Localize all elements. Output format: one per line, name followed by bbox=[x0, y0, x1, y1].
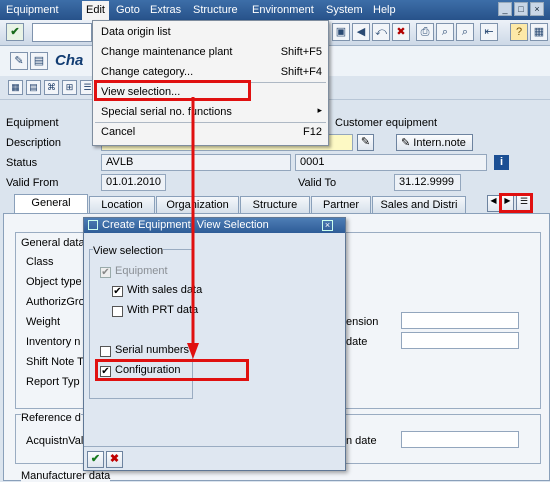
class-label: Class bbox=[26, 256, 54, 268]
menu-shortcut-shift-f4: Shift+F4 bbox=[280, 66, 322, 78]
cancel-x-icon[interactable]: ✖ bbox=[106, 451, 123, 468]
tab-partner[interactable]: Partner bbox=[311, 196, 371, 214]
maximize-icon[interactable]: □ bbox=[514, 2, 528, 16]
valid-from-field[interactable]: 01.01.2010 bbox=[101, 174, 166, 191]
status-info-icon[interactable]: i bbox=[494, 155, 509, 170]
valid-to-field[interactable]: 31.12.9999 bbox=[394, 174, 461, 191]
prt-data-checkbox[interactable] bbox=[112, 306, 123, 317]
dimension-label: ension bbox=[346, 316, 379, 328]
confirm-check-icon[interactable]: ✔ bbox=[87, 451, 104, 468]
display-change-icon[interactable]: ✎ bbox=[10, 52, 28, 70]
long-text-icon[interactable]: ✎ bbox=[357, 134, 374, 151]
menu-help[interactable]: Help bbox=[373, 4, 396, 16]
note-icon: ✎ bbox=[401, 137, 411, 149]
menu-edit[interactable]: Edit bbox=[82, 1, 109, 20]
status-number-field: 0001 bbox=[295, 154, 487, 171]
startup-date-label: date bbox=[346, 336, 368, 348]
find-next-icon[interactable]: ⌕ bbox=[456, 23, 474, 41]
hierarchy-icon[interactable]: ⊞ bbox=[62, 80, 77, 95]
object-type-label: Object type bbox=[26, 276, 82, 288]
serial-numbers-option-label: Serial numbers bbox=[115, 344, 189, 356]
intern-note-button[interactable]: ✎ Intern.note bbox=[396, 134, 473, 151]
serial-numbers-checkbox[interactable] bbox=[100, 346, 111, 357]
customer-equipment-label: Customer equipment bbox=[335, 117, 438, 129]
layout-icon[interactable]: ▦ bbox=[530, 23, 548, 41]
view-selection-dialog: Create Equipment: View Selection × View … bbox=[83, 217, 346, 471]
menu-extras[interactable]: Extras bbox=[150, 4, 181, 16]
menu-goto[interactable]: Goto bbox=[116, 4, 140, 16]
menu-item-change-category[interactable]: Change category... bbox=[101, 66, 193, 78]
equipment-option-label: Equipment bbox=[115, 265, 168, 277]
valid-to-label: Valid To bbox=[298, 177, 337, 189]
menu-item-special-serial-functions[interactable]: Special serial no. functions bbox=[101, 106, 232, 118]
dialog-title-bar: Create Equipment: View Selection × bbox=[84, 218, 345, 233]
startup-date-field[interactable] bbox=[401, 332, 519, 349]
find-icon[interactable]: ⌕ bbox=[436, 23, 454, 41]
general-data-title: General data bbox=[21, 237, 85, 249]
dimension-field[interactable] bbox=[401, 312, 519, 329]
weight-label: Weight bbox=[26, 316, 61, 328]
menu-item-change-maintenance-plant[interactable]: Change maintenance plant bbox=[101, 46, 232, 58]
list-icon[interactable]: ▤ bbox=[26, 80, 41, 95]
annotation-arrow bbox=[187, 97, 199, 359]
submenu-arrow-icon: ▸ bbox=[317, 105, 322, 115]
menu-item-data-origin-list[interactable]: Data origin list bbox=[101, 26, 171, 38]
enter-icon[interactable]: ✔ bbox=[6, 23, 24, 41]
description-label: Description bbox=[6, 137, 62, 149]
equipment-checkbox: ✔ bbox=[100, 267, 111, 278]
intern-note-label: Intern.note bbox=[413, 137, 466, 149]
menu-system[interactable]: System bbox=[326, 4, 363, 16]
tab-sales-distribution[interactable]: Sales and Distri bbox=[372, 196, 466, 214]
valid-from-label: Valid From bbox=[6, 177, 59, 189]
minimize-icon[interactable]: _ bbox=[498, 2, 512, 16]
menu-structure[interactable]: Structure bbox=[193, 4, 238, 16]
menu-shortcut-shift-f5: Shift+F5 bbox=[280, 46, 322, 58]
tab-structure[interactable]: Structure bbox=[240, 196, 310, 214]
cancel-icon[interactable]: ✖ bbox=[392, 23, 410, 41]
dialog-close-icon[interactable]: × bbox=[322, 220, 333, 231]
help-icon[interactable]: ? bbox=[510, 23, 528, 41]
menu-equipment[interactable]: Equipment bbox=[6, 4, 59, 16]
exit-icon[interactable]: ⤺ bbox=[372, 23, 390, 41]
back-icon[interactable]: ◀ bbox=[352, 23, 370, 41]
first-page-icon[interactable]: ⇤ bbox=[480, 23, 498, 41]
close-icon[interactable]: × bbox=[530, 2, 544, 16]
annotation-arrow-head bbox=[187, 343, 199, 359]
view-selection-group-title: View selection bbox=[93, 245, 164, 257]
window-icon bbox=[88, 220, 98, 230]
acquisition-value-label: AcquistnVal bbox=[26, 435, 84, 447]
shift-note-type-label: Shift Note T bbox=[26, 356, 84, 368]
sales-data-checkbox[interactable]: ✔ bbox=[112, 286, 123, 297]
document-icon[interactable]: ▤ bbox=[30, 52, 48, 70]
menu-item-cancel[interactable]: Cancel bbox=[101, 126, 135, 138]
status-label: Status bbox=[6, 157, 38, 169]
menu-environment[interactable]: Environment bbox=[252, 4, 314, 16]
overview-icon[interactable]: ▦ bbox=[8, 80, 23, 95]
inventory-number-label: Inventory n bbox=[26, 336, 81, 348]
page-title: Cha bbox=[55, 52, 84, 69]
structure-icon[interactable]: ⌘ bbox=[44, 80, 59, 95]
tab-location[interactable]: Location bbox=[89, 196, 155, 214]
tab-general[interactable]: General bbox=[14, 194, 88, 215]
print-icon[interactable]: ⎙ bbox=[416, 23, 434, 41]
report-type-label: Report Typ bbox=[26, 376, 80, 388]
configuration-highlight bbox=[95, 359, 249, 381]
menu-bar: Equipment Edit Goto Extras Structure Env… bbox=[0, 0, 550, 20]
manufacturer-data-title: Manufacturer data bbox=[21, 470, 111, 482]
menu-separator bbox=[95, 122, 326, 123]
save-icon[interactable]: ▣ bbox=[332, 23, 350, 41]
acquisition-date-field[interactable] bbox=[401, 431, 519, 448]
reference-data-title: Reference d bbox=[21, 412, 81, 424]
menu-shortcut-f12: F12 bbox=[303, 126, 322, 138]
dialog-footer-divider bbox=[84, 446, 345, 447]
view-selection-highlight bbox=[94, 80, 251, 101]
command-field[interactable] bbox=[32, 23, 92, 42]
tab-nav-highlight bbox=[499, 193, 533, 213]
authorization-group-label: AuthorizGro bbox=[26, 296, 85, 308]
acquisition-date-label: n date bbox=[346, 435, 377, 447]
equipment-label: Equipment bbox=[6, 117, 59, 129]
